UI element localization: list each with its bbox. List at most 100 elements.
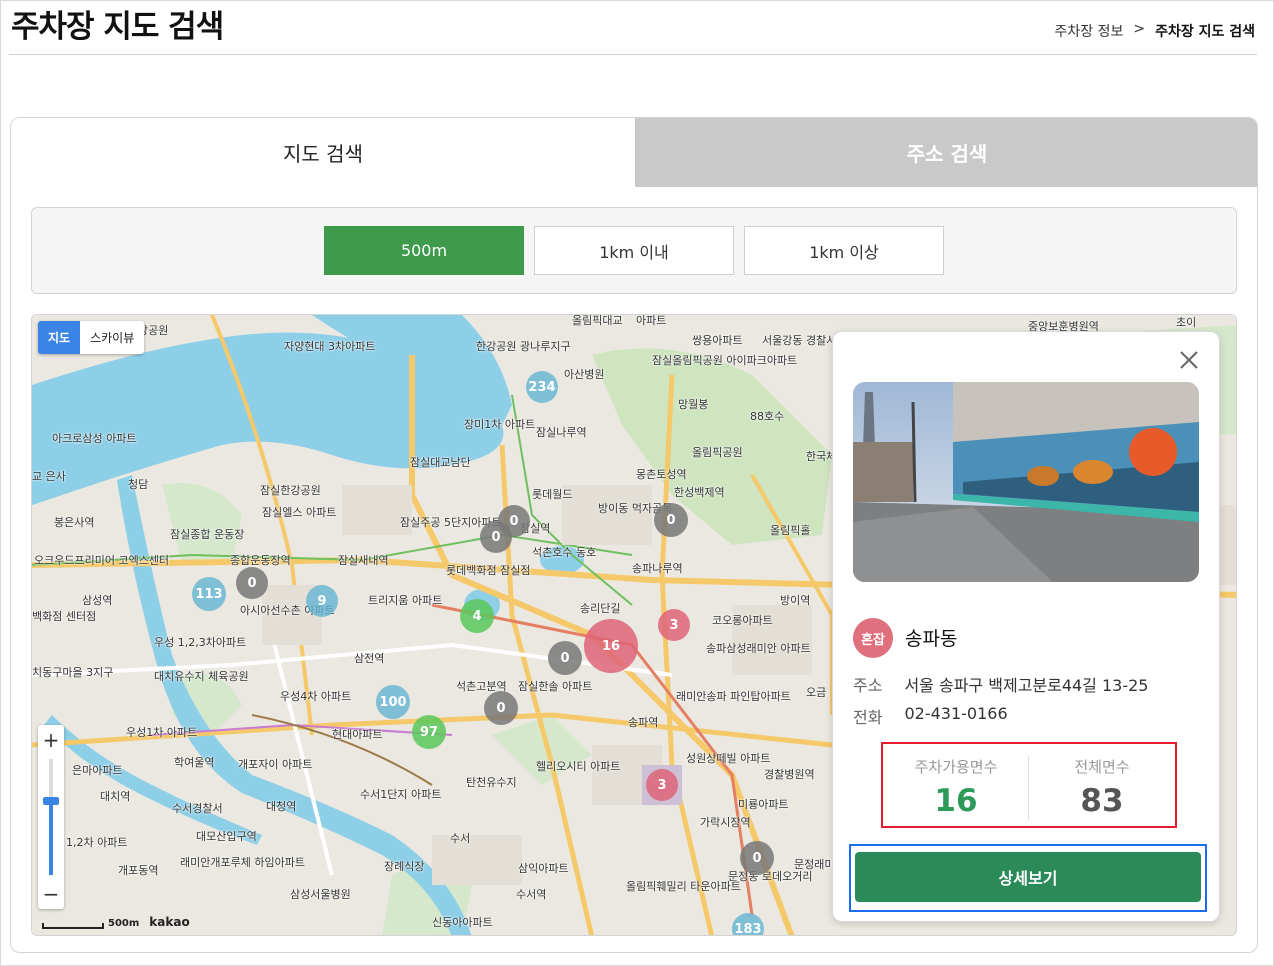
parking-cluster[interactable]: 0 [480,521,512,553]
map-label: 올림픽대교 [572,314,623,327]
parking-photo [853,382,1199,582]
parking-cluster[interactable]: 97 [412,715,446,749]
zoom-control: + − [38,725,64,909]
map-label: 한강공원 광나루지구 [476,340,571,353]
parking-cluster[interactable]: 234 [526,371,558,403]
map-label: 석촌호수 동호 [532,546,597,559]
parking-cluster[interactable]: 100 [376,685,410,719]
distance-500m-button[interactable]: 500m [324,226,524,275]
kakao-logo: kakao [149,915,190,929]
parking-cluster[interactable]: 3 [658,609,690,641]
zoom-slider-track[interactable] [49,759,53,875]
map-type-skyview-button[interactable]: 스카이뷰 [80,321,144,354]
map-label: 롯데백화점 잠실점 [446,564,531,577]
map-label: 대모산입구역 [196,830,257,843]
map-label: 수서 [450,832,471,845]
available-stat: 주차가용면수 16 [883,744,1029,826]
map-label: 가락시장역 [700,816,751,829]
map-label: 장미1차 아파트 [464,418,536,431]
parking-cluster[interactable]: 16 [584,619,638,673]
parking-cluster[interactable]: 0 [548,641,582,675]
map-label: 대치역 [100,790,131,803]
parking-stats: 주차가용면수 16 전체면수 83 [881,742,1177,828]
map-label: 성원상떼빌 아파트 [686,752,771,765]
breadcrumb-separator: > [1133,21,1146,37]
parking-cluster[interactable]: 0 [484,691,518,725]
map-label: 우성 1,2,3차아파트 [154,636,247,649]
map-label: 우성4차 아파트 [280,690,352,703]
map-label: 삼익아파트 [518,862,569,875]
tab-address-search[interactable]: 주소 검색 [635,118,1257,187]
map-label: 수서역 [516,888,547,901]
scale-bar [42,923,104,929]
map-label: 오크우드프리미어 코엑스센터 [34,554,170,567]
map-type-toggle: 지도 스카이뷰 [38,321,145,354]
zoom-slider-fill [49,803,53,875]
map-label: 잠실한강공원 [260,484,321,497]
page-title: 주차장 지도 검색 [11,9,224,45]
phone-row: 전화 02-431-0166 [853,704,1008,728]
congestion-badge: 혼잡 [853,618,893,658]
breadcrumb: 주차장 정보 > 주차장 지도 검색 [1054,21,1255,41]
close-icon[interactable] [1177,348,1201,372]
distance-1km-within-button[interactable]: 1km 이내 [534,226,734,275]
map-label: 개포자이 아파트 [238,758,313,771]
zoom-out-button[interactable]: − [38,881,64,907]
scale-label: 500m [108,918,140,929]
map-label: 개포동역 [118,864,159,877]
map-label: 아산병원 [564,368,605,381]
map-label: 수서1단지 아파트 [360,788,442,801]
map-label: 망월봉 [678,398,709,411]
parking-cluster[interactable]: 0 [236,567,268,599]
search-panel: 지도 검색 주소 검색 500m 1km 이내 1km 이상 강공원 자양현대 … [10,117,1258,953]
detail-view-button[interactable]: 상세보기 [855,852,1201,902]
map-label: 88호수 [750,410,785,423]
parking-cluster[interactable]: 113 [192,577,226,611]
map-label: 경찰병원역 [764,768,815,781]
phone-label: 전화 [853,708,883,727]
zoom-in-button[interactable]: + [38,727,64,753]
map-label: 삼성서울병원 [290,888,351,901]
map-label: 아파트 [636,314,667,327]
map-label: 탄천유수지 [466,776,517,789]
map-label: 삼전역 [354,652,385,665]
map-type-map-button[interactable]: 지도 [38,321,81,354]
map-label: 청담 [128,478,149,491]
map-label: 잠실올림픽공원 아이파크아파트 [652,354,798,367]
map-label: 1,2차 아파트 [66,836,128,849]
map-label: 한성백제역 [674,486,725,499]
breadcrumb-parent[interactable]: 주차장 정보 [1054,21,1123,41]
map-label: 잠실한솔 아파트 [518,680,593,693]
map-label: 백화점 센터점 [32,610,97,623]
map-label: 송파나루역 [632,562,683,575]
map-label: 자양현대 3차아파트 [284,340,376,353]
title-divider [9,54,1257,55]
map-label: 올림픽공원 [692,446,743,459]
map-label: 삼성역 [82,594,113,607]
map-label: 잠실새내역 [338,554,389,567]
map-label: 잠실나루역 [536,426,587,439]
parking-cluster[interactable]: 0 [654,503,688,537]
map-label: 몽촌토성역 [636,468,687,481]
tab-map-search[interactable]: 지도 검색 [11,118,635,187]
parking-cluster[interactable]: 3 [646,769,678,801]
parking-map[interactable]: 강공원 자양현대 3차아파트 한강공원 광나루지구 올림픽대교 아파트 쌍용아파… [31,314,1237,936]
map-label: 미룡아파트 [738,798,789,811]
map-label: 래미안송파 파인탑아파트 [676,690,791,703]
parking-cluster[interactable]: 9 [306,585,338,617]
distance-1km-over-button[interactable]: 1km 이상 [744,226,944,275]
map-label: 치동구마을 3지구 [32,666,114,679]
detail-button-highlight: 상세보기 [849,844,1207,912]
map-label: 래미안개포루체 하임아파트 [180,856,305,869]
map-label: 송리단길 [580,602,621,615]
parking-cluster[interactable]: 0 [740,841,774,875]
map-label: 올림픽훼밀리 타운아파트 [626,880,741,893]
zoom-slider-handle[interactable] [43,797,59,805]
map-label: 신동아아파트 [432,916,493,929]
parking-cluster[interactable]: 4 [460,599,494,633]
map-label: 코오롱아파트 [712,614,773,627]
map-label: 방이역 [780,594,811,607]
total-value: 83 [1080,783,1124,819]
map-label: 우성1차 아파트 [126,726,198,739]
map-label: 트리지움 아파트 [368,594,443,607]
